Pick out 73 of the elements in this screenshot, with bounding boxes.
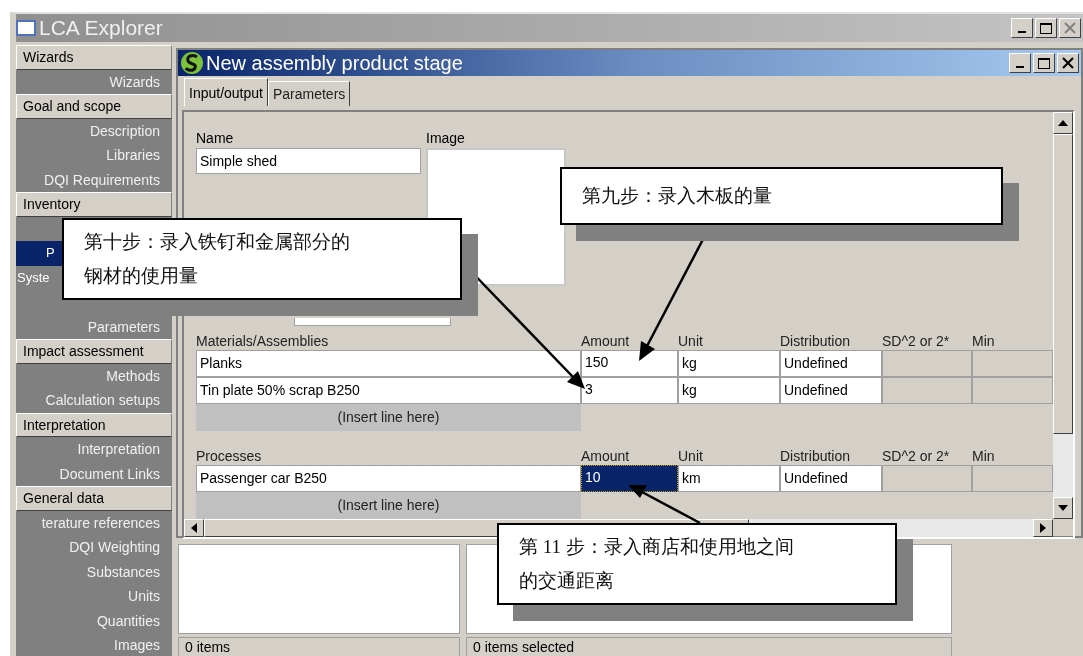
minimize-icon xyxy=(1016,66,1024,68)
tab[interactable]: Input/output xyxy=(184,78,268,106)
close-button[interactable] xyxy=(1057,53,1079,73)
table-cell[interactable]: Undefined xyxy=(780,465,882,492)
close-icon xyxy=(1062,57,1074,69)
column-header: Amount xyxy=(581,332,630,350)
table-cell[interactable] xyxy=(882,350,972,377)
down-arrow-icon[interactable] xyxy=(1058,505,1068,511)
status-text: 0 items xyxy=(178,637,460,656)
table-cell[interactable] xyxy=(972,377,1053,404)
table-cell[interactable]: Undefined xyxy=(780,377,882,404)
column-header: Amount xyxy=(581,447,630,465)
table-cell[interactable] xyxy=(882,377,972,404)
table-cell[interactable]: Passenger car B250 xyxy=(196,465,581,492)
maximize-icon xyxy=(1040,22,1052,34)
column-header: SD^2 or 2* xyxy=(882,332,950,350)
sidebar-header[interactable]: Interpretation xyxy=(16,412,172,437)
window-title: New assembly product stage xyxy=(206,51,463,76)
table-cell[interactable]: kg xyxy=(678,377,780,404)
callout-text: 的交通距离 xyxy=(519,569,615,593)
table-cell[interactable]: Undefined xyxy=(780,350,882,377)
table-cell[interactable]: 10 xyxy=(581,465,678,492)
up-arrow-icon[interactable] xyxy=(1058,120,1068,126)
column-header: Unit xyxy=(678,332,703,350)
column-header: Processes xyxy=(196,447,262,465)
input-field[interactable] xyxy=(294,318,451,326)
sidebar-header[interactable]: Goal and scope xyxy=(16,94,172,119)
table-cell[interactable] xyxy=(972,350,1053,377)
window-icon xyxy=(16,20,36,36)
name-field[interactable]: Simple shed xyxy=(196,148,421,174)
sidebar-header[interactable]: General data xyxy=(16,486,172,511)
close-button[interactable] xyxy=(1059,18,1081,38)
table-cell[interactable]: kg xyxy=(678,350,780,377)
sidebar-header[interactable]: Wizards xyxy=(16,45,172,70)
table-cell[interactable]: km xyxy=(678,465,780,492)
maximize-button[interactable] xyxy=(1033,53,1055,73)
insert-line-row[interactable]: (Insert line here) xyxy=(196,492,581,519)
field-label: Name xyxy=(196,129,235,148)
table-cell[interactable]: 150 xyxy=(581,350,678,377)
minimize-button[interactable] xyxy=(1009,53,1031,73)
table-cell[interactable]: Planks xyxy=(196,350,581,377)
column-header: Distribution xyxy=(780,332,851,350)
column-header: Distribution xyxy=(780,447,851,465)
maximize-icon xyxy=(1038,57,1050,69)
sidebar-header[interactable]: Impact assessment xyxy=(16,339,172,364)
column-header: Materials/Assemblies xyxy=(196,332,329,350)
column-header: Unit xyxy=(678,447,703,465)
callout-text: 第十步：录入铁钉和金属部分的 xyxy=(84,230,351,254)
close-icon xyxy=(1064,22,1076,34)
list-panel[interactable] xyxy=(178,544,460,634)
table-cell[interactable]: Tin plate 50% scrap B250 xyxy=(196,377,581,404)
right-arrow-icon[interactable] xyxy=(1040,523,1046,533)
table-cell[interactable] xyxy=(882,465,972,492)
maximize-button[interactable] xyxy=(1035,18,1057,38)
column-header: SD^2 or 2* xyxy=(882,447,950,465)
field-label: Image xyxy=(426,129,466,148)
minimize-button[interactable] xyxy=(1011,18,1033,38)
vertical-scrollbar[interactable] xyxy=(1053,112,1073,519)
callout-text: 第九步：录入木板的量 xyxy=(582,184,773,208)
table-cell[interactable]: 3 xyxy=(581,377,678,404)
status-text: 0 items selected xyxy=(466,637,952,656)
app-title: LCA Explorer xyxy=(39,15,163,42)
left-arrow-icon[interactable] xyxy=(191,523,197,533)
sidebar-header[interactable]: Inventory xyxy=(16,192,172,217)
insert-line-row[interactable]: (Insert line here) xyxy=(196,404,581,431)
callout-text: 第 11 步：录入商店和使用地之间 xyxy=(519,535,795,559)
table-cell[interactable] xyxy=(972,465,1053,492)
s-logo-icon xyxy=(180,51,204,75)
callout-text: 钢材的使用量 xyxy=(84,264,199,288)
column-header: Min xyxy=(972,332,995,350)
column-header: Min xyxy=(972,447,995,465)
minimize-icon xyxy=(1018,31,1026,33)
tab[interactable]: Parameters xyxy=(267,81,351,106)
